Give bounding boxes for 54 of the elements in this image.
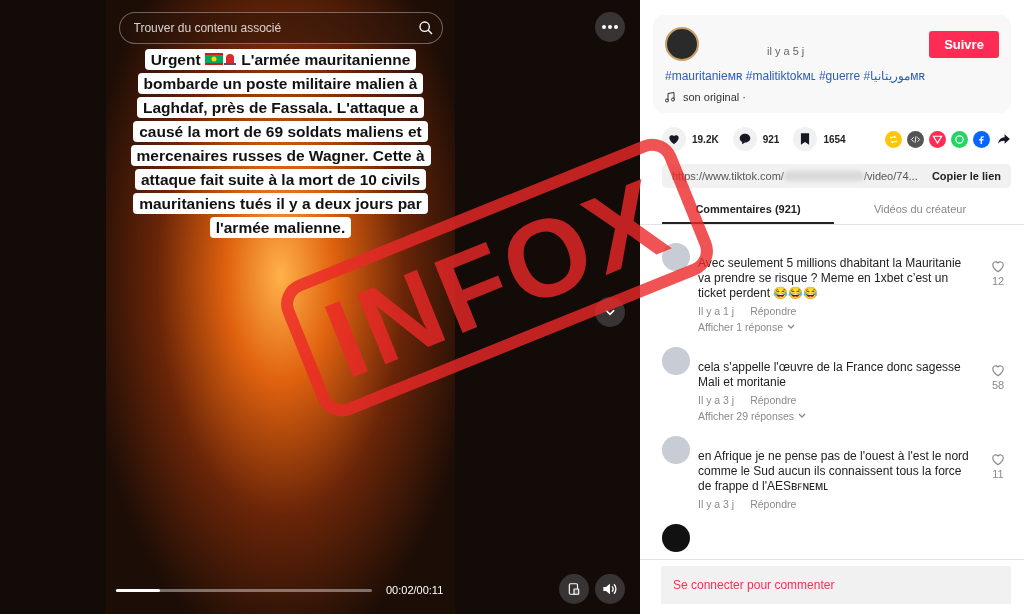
heart-outline-icon[interactable] — [991, 453, 1005, 466]
more-button[interactable] — [595, 12, 625, 42]
copy-link-button[interactable]: Copier le lien — [931, 170, 1001, 182]
tab[interactable]: Vidéos du créateur — [834, 196, 1006, 224]
comment-time: Il y a 3 j — [698, 498, 735, 510]
reply-link[interactable]: Répondre — [750, 394, 797, 406]
chevron-down-icon — [787, 324, 796, 330]
like-count: 11 — [992, 468, 1004, 480]
volume-button[interactable] — [595, 574, 625, 604]
post-date: il y a 5 j — [767, 45, 805, 57]
mini-player-icon — [567, 582, 581, 596]
heart-outline-icon[interactable] — [991, 364, 1005, 377]
stat-count: 19.2K — [692, 133, 719, 145]
repost-icon — [888, 133, 899, 145]
mini-player-button[interactable] — [559, 574, 589, 604]
heart-icon — [667, 132, 681, 146]
code-icon — [910, 133, 921, 145]
bookmark-icon — [799, 132, 812, 146]
embed-button[interactable] — [907, 130, 924, 148]
search-input[interactable]: Trouver du contenu associé — [131, 20, 418, 36]
facebook-button[interactable] — [973, 130, 990, 148]
reply-link[interactable]: Répondre — [750, 498, 797, 510]
like-count: 58 — [991, 379, 1005, 391]
search-field[interactable]: Trouver du contenu associé — [118, 12, 443, 44]
flag-icon — [204, 53, 223, 65]
send-button[interactable] — [929, 130, 946, 148]
stat-count: 1654 — [823, 133, 846, 145]
heart-outline-icon[interactable] — [991, 260, 1005, 273]
chevron-down-icon — [798, 413, 807, 419]
save-button[interactable] — [793, 127, 818, 151]
speaker-icon — [602, 582, 618, 596]
search-icon[interactable] — [417, 20, 434, 36]
share-arrow-icon — [996, 132, 1011, 146]
chat-bubble-icon — [737, 132, 752, 146]
stat-count: 921 — [762, 133, 780, 145]
sound-name[interactable]: son original · — [683, 91, 746, 103]
like-count: 12 — [991, 275, 1005, 287]
link-url-end: /video/74... — [863, 170, 918, 182]
siren-icon — [222, 52, 237, 65]
reply-link[interactable]: Répondre — [750, 305, 797, 317]
comment-button[interactable] — [732, 127, 757, 151]
facebook-icon — [976, 133, 987, 145]
send-icon — [932, 133, 943, 145]
whatsapp-icon — [954, 133, 965, 145]
login-to-comment-button[interactable]: Se connecter pour commenter — [661, 566, 1011, 604]
commenter-avatar[interactable] — [662, 524, 690, 552]
playback-time: 00:02/00:11 — [386, 584, 444, 596]
dots-icon — [602, 25, 618, 29]
hashtags[interactable]: #mauritanieᴍʀ #malitiktokᴍʟ #guerre #موريتانياᴍʀ — [665, 69, 999, 83]
progress-track[interactable] — [116, 588, 372, 592]
creator-avatar[interactable] — [665, 27, 699, 61]
follow-button[interactable]: Suivre — [929, 30, 999, 58]
music-note-icon — [665, 91, 675, 103]
comment-text: en Afrique je ne pense pas de l'ouest à l'est le nord comme le Sud aucun ils connaissent tous la force de frappe d l'AESʙꜰɴᴇᴍʟ — [698, 449, 970, 494]
